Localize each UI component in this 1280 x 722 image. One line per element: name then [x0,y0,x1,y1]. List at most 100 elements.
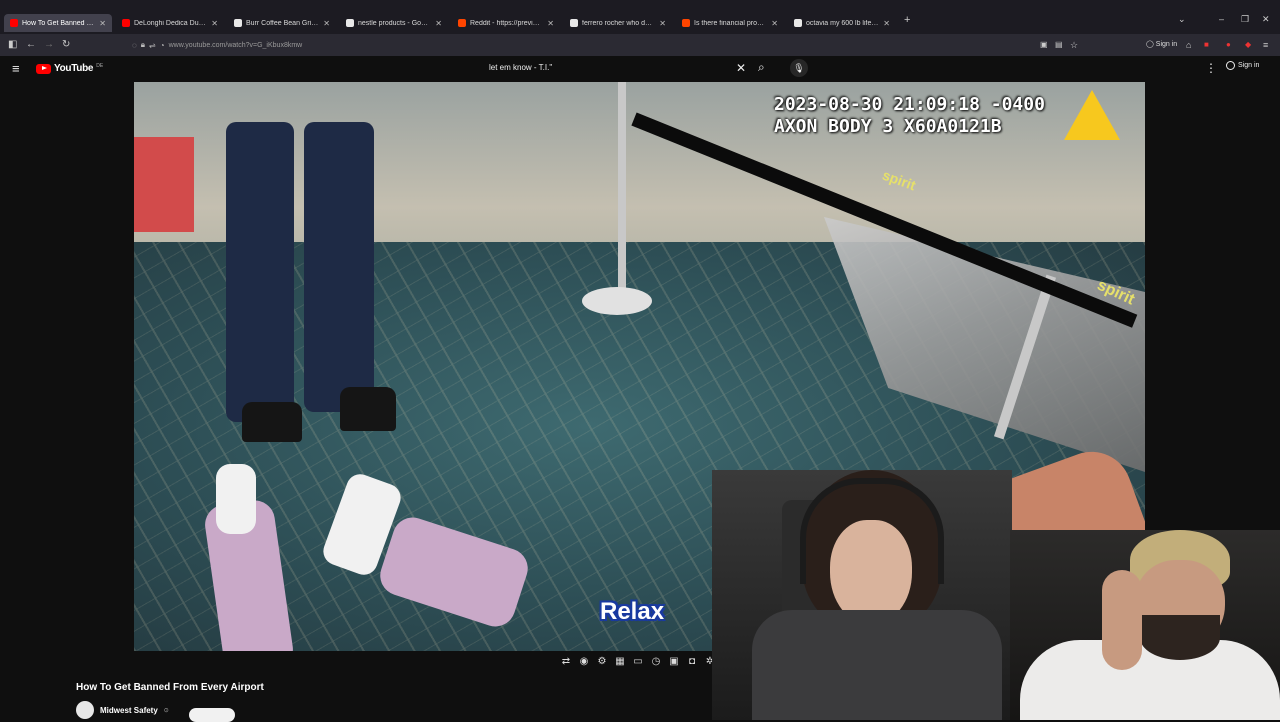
browser-tab[interactable]: nestle products - Google Search ✕ [340,14,448,32]
close-tab-icon[interactable]: ✕ [547,19,554,28]
tab-title: DeLonghi Dedica Duo EC890.GY [134,19,207,27]
officer-right-boot [340,387,396,431]
clear-search-icon[interactable]: ✕ [736,61,746,75]
extensions-icon[interactable]: ⌂ [1186,38,1191,52]
tab-favicon-icon [234,19,242,27]
bodycam-timestamp: 2023-08-30 21:09:18 -0400 [774,94,1045,115]
loop-icon[interactable]: ⇄ [560,656,572,668]
restore-icon[interactable]: ❐ [1241,14,1249,25]
clip-icon[interactable]: ▦ [614,656,626,668]
browser-tab[interactable]: Reddit - https://preview.redd.it✕ [452,14,560,32]
screenshot-icon[interactable]: ◘ [686,656,698,668]
minimize-icon[interactable]: – [1219,14,1224,24]
spirit-belt-text: spirit [880,166,918,194]
forward-icon[interactable]: → [44,38,54,52]
browser-tab[interactable]: Is there financial proof that the ✕ [676,14,784,32]
youtube-masthead: ≡ YouTube DE let em know - T.I." ✕ ⌕ 🎙︎ … [0,56,1280,82]
settings-kebab-icon[interactable]: ⋮ [1205,61,1217,75]
tab-title: ferrero rocher who do they ow [582,19,655,27]
tab-favicon-icon [458,19,466,27]
tab-title: Reddit - https://preview.redd.it [470,19,544,27]
red-folder [134,137,194,232]
officer-left-leg [226,122,294,422]
audio-icon[interactable]: ◉ [578,656,590,668]
stanchion-pole [618,82,626,292]
close-tab-icon[interactable]: ✕ [211,19,218,28]
close-tab-icon[interactable]: ✕ [771,19,778,28]
verified-icon: ⊙ [163,707,169,714]
browser-tab[interactable]: How To Get Banned From E ✕ [4,14,112,32]
browser-tab-strip: How To Get Banned From E✕DeLonghi Dedica… [0,0,1280,34]
back-icon[interactable]: ← [26,38,36,52]
tab-title: nestle products - Google Search [358,19,431,27]
browser-tab[interactable]: octavia my 600 lb life today - G✕ [788,14,896,32]
search-icon[interactable]: ⌕ [758,60,765,75]
country-code: DE [96,62,104,69]
streamer-webcam-left [712,470,1012,720]
pip-icon[interactable]: ▣ [668,656,680,668]
close-tab-icon[interactable]: ✕ [99,19,106,28]
browser-tab[interactable]: ferrero rocher who do they ow ✕ [564,14,672,32]
close-window-icon[interactable]: ✕ [1262,14,1270,25]
tab-favicon-icon [682,19,690,27]
streamer-shirt [752,610,1002,720]
close-tab-icon[interactable]: ✕ [659,19,666,28]
permissions-icon[interactable]: ⇌ [149,41,156,50]
browser-sign-in[interactable]: ◯ Sign in [1146,40,1177,48]
bookmark-star-icon[interactable]: ☆ [1070,38,1078,52]
guide-menu-icon[interactable]: ≡ [12,62,20,76]
youtube-logo[interactable]: YouTube DE [36,63,103,74]
close-tab-icon[interactable]: ✕ [323,19,330,28]
youtube-wordmark: YouTube [54,63,94,74]
url-text[interactable]: www.youtube.com/watch?v=G_iKbux8kmw [169,42,303,49]
beard [1140,615,1220,660]
close-tab-icon[interactable]: ✕ [883,19,890,28]
tab-list-chevron-icon[interactable]: ⌄ [1178,14,1186,25]
menu-icon[interactable]: ≡ [1263,38,1268,52]
youtube-sign-in-button[interactable]: Sign in [1226,61,1259,70]
youtube-extension-icon[interactable]: ● [1226,38,1231,52]
reader-icon[interactable]: ▤ [1055,38,1063,52]
streamer-webcam-right [1010,530,1280,720]
close-tab-icon[interactable]: ✕ [435,19,442,28]
video-title: How To Get Banned From Every Airport [76,682,264,693]
stanchion-base [582,287,652,315]
channel-row: Midwest Safety ⊙ [76,698,235,722]
person-left-shoe [216,464,256,534]
browser-tab[interactable]: Burr Coffee Bean Grinders | Bre✕ [228,14,336,32]
tab-favicon-icon [346,19,354,27]
miniplayer-icon[interactable]: ▭ [632,656,644,668]
youtube-play-icon [36,63,51,74]
lock-icon[interactable]: 🔒︎ [141,40,145,50]
tab-title: octavia my 600 lb life today - G [806,19,880,27]
address-bar[interactable]: ◌ 🔒︎ ⇌ ◔ www.youtube.com/watch?v=G_iKbux… [132,37,1092,53]
browser-tab[interactable]: DeLonghi Dedica Duo EC890.GY ✕ [116,14,224,32]
tab-title: How To Get Banned From E [22,19,95,27]
tab-title: Burr Coffee Bean Grinders | Bre [246,19,320,27]
tab-title: Is there financial proof that the [694,19,767,27]
search-input[interactable]: let em know - T.I." [489,63,552,72]
bodycam-overlay: 2023-08-30 21:09:18 -0400 AXON BODY 3 X6… [774,94,1045,138]
media-icon[interactable]: ◔ [160,41,165,50]
recording-extension-icon[interactable]: ◆ [1245,38,1251,52]
tab-favicon-icon [794,19,802,27]
account-icon [1226,61,1235,70]
reload-icon[interactable]: ↻ [62,38,70,52]
voice-search-icon[interactable]: 🎙︎ [790,59,808,77]
extension-badge-icon[interactable]: ■ [1204,38,1209,52]
speed-icon[interactable]: ◷ [650,656,662,668]
sidebar-toggle-icon[interactable]: ◧ [8,38,17,52]
shield-icon[interactable]: ◌ [132,41,137,50]
filters-icon[interactable]: ⚙ [596,656,608,668]
tab-favicon-icon [570,19,578,27]
officer-right-leg [304,122,374,412]
tab-favicon-icon [10,19,18,27]
bodycam-device-id: AXON BODY 3 X60A0121B [774,116,1002,137]
channel-avatar[interactable] [76,701,94,719]
officer-left-boot [242,402,302,442]
axon-logo-icon [1064,90,1120,140]
new-tab-button[interactable]: + [904,14,910,26]
picture-in-picture-icon[interactable]: ▣ [1040,38,1048,52]
tab-favicon-icon [122,19,130,27]
channel-name[interactable]: Midwest Safety [100,706,158,715]
